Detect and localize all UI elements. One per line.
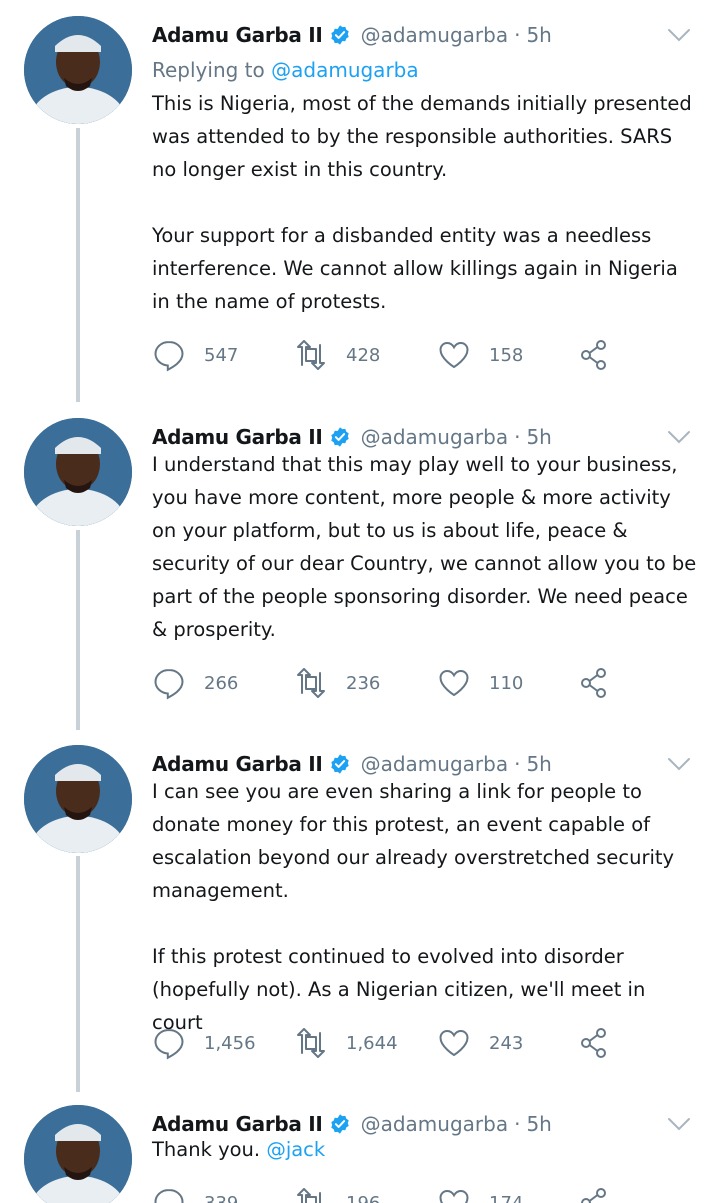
- reply-count: 1,456: [204, 1032, 256, 1054]
- reply-count: 547: [204, 344, 239, 366]
- share-button[interactable]: [577, 663, 611, 703]
- reply-count: 266: [204, 672, 239, 694]
- tweet-text-body: Thank you.: [152, 1138, 261, 1161]
- verified-badge-icon: [330, 427, 349, 447]
- reply-button[interactable]: 339: [152, 1183, 238, 1203]
- author-handle[interactable]: @adamugarba: [361, 425, 509, 449]
- share-button[interactable]: [577, 335, 611, 375]
- avatar[interactable]: [24, 1105, 132, 1203]
- replying-to: Replying to @adamugarba: [152, 58, 419, 82]
- like-count: 158: [489, 344, 524, 366]
- author-handle[interactable]: @adamugarba: [361, 752, 509, 776]
- chevron-down-icon[interactable]: [666, 22, 692, 48]
- separator-dot: ·: [514, 425, 521, 449]
- tweet[interactable]: Adamu Garba II @adamugarba · 5h Replying…: [0, 8, 720, 388]
- like-count: 110: [489, 672, 524, 694]
- retweet-count: 1,644: [346, 1032, 398, 1054]
- heart-icon: [439, 341, 469, 369]
- avatar[interactable]: [24, 16, 132, 124]
- reply-icon: [154, 340, 184, 372]
- verified-badge-icon: [330, 25, 349, 45]
- tweet-text: Thank you. @jack: [152, 1133, 700, 1166]
- share-icon: [581, 668, 606, 698]
- reply-count: 339: [204, 1192, 239, 1203]
- like-count: 174: [489, 1192, 524, 1203]
- author-name[interactable]: Adamu Garba II: [152, 425, 323, 449]
- tweet-text: I can see you are even sharing a link fo…: [152, 780, 675, 1034]
- verified-badge-icon: [330, 1114, 349, 1134]
- heart-icon: [439, 1029, 469, 1057]
- timestamp[interactable]: 5h: [526, 752, 551, 776]
- profile-photo: [24, 418, 132, 526]
- retweet-button[interactable]: 236: [294, 663, 380, 703]
- reply-button[interactable]: 547: [152, 335, 238, 375]
- like-button[interactable]: 158: [437, 335, 523, 375]
- replying-to-mention[interactable]: @adamugarba: [271, 58, 419, 82]
- tweet[interactable]: Adamu Garba II @adamugarba · 5h I can se…: [0, 737, 720, 1077]
- share-icon: [581, 1188, 606, 1203]
- avatar[interactable]: [24, 418, 132, 526]
- reply-icon: [154, 1188, 184, 1203]
- tweet-actions: 1,456 1,644 243: [152, 1023, 632, 1063]
- like-button[interactable]: 243: [437, 1023, 523, 1063]
- verified-badge-icon: [330, 754, 349, 774]
- profile-photo: [24, 16, 132, 124]
- tweet[interactable]: Adamu Garba II @adamugarba · 5h Thank yo…: [0, 1097, 720, 1203]
- share-button[interactable]: [577, 1183, 611, 1203]
- profile-photo: [24, 745, 132, 853]
- reply-icon: [154, 668, 184, 700]
- tweet-actions: 339 196 174: [152, 1183, 632, 1203]
- retweet-count: 428: [346, 344, 381, 366]
- retweet-icon: [297, 668, 325, 698]
- like-button[interactable]: 110: [437, 663, 523, 703]
- separator-dot: ·: [514, 752, 521, 776]
- author-name[interactable]: Adamu Garba II: [152, 23, 323, 47]
- author-name[interactable]: Adamu Garba II: [152, 752, 323, 776]
- retweet-button[interactable]: 1,644: [294, 1023, 398, 1063]
- like-count: 243: [489, 1032, 524, 1054]
- heart-icon: [439, 669, 469, 697]
- mention-link[interactable]: @jack: [266, 1138, 325, 1161]
- retweet-button[interactable]: 196: [294, 1183, 380, 1203]
- tweet-actions: 266 236 110: [152, 663, 632, 703]
- profile-photo: [24, 1105, 132, 1203]
- share-button[interactable]: [577, 1023, 611, 1063]
- chevron-down-icon[interactable]: [666, 424, 692, 450]
- retweet-icon: [297, 1188, 321, 1203]
- tweet-text: I understand that this may play well to …: [152, 453, 703, 641]
- avatar[interactable]: [24, 745, 132, 853]
- timestamp[interactable]: 5h: [526, 23, 551, 47]
- retweet-icon: [297, 1028, 325, 1058]
- share-icon: [581, 1028, 606, 1058]
- separator-dot: ·: [514, 23, 521, 47]
- author-handle[interactable]: @adamugarba: [361, 23, 509, 47]
- reply-button[interactable]: 266: [152, 663, 238, 703]
- retweet-button[interactable]: 428: [294, 335, 380, 375]
- retweet-count: 196: [346, 1192, 381, 1203]
- replying-to-label: Replying to: [152, 58, 265, 82]
- heart-icon: [439, 1189, 469, 1203]
- timestamp[interactable]: 5h: [526, 425, 551, 449]
- tweet-text: This is Nigeria, most of the demands ini…: [152, 92, 692, 313]
- chevron-down-icon[interactable]: [666, 751, 692, 777]
- reply-button[interactable]: 1,456: [152, 1023, 256, 1063]
- reply-icon: [154, 1028, 184, 1060]
- retweet-icon: [297, 340, 325, 370]
- tweet[interactable]: Adamu Garba II @adamugarba · 5h I unders…: [0, 410, 720, 710]
- share-icon: [581, 340, 606, 370]
- tweet-actions: 547 428 158: [152, 335, 632, 375]
- like-button[interactable]: 174: [437, 1183, 523, 1203]
- retweet-count: 236: [346, 672, 381, 694]
